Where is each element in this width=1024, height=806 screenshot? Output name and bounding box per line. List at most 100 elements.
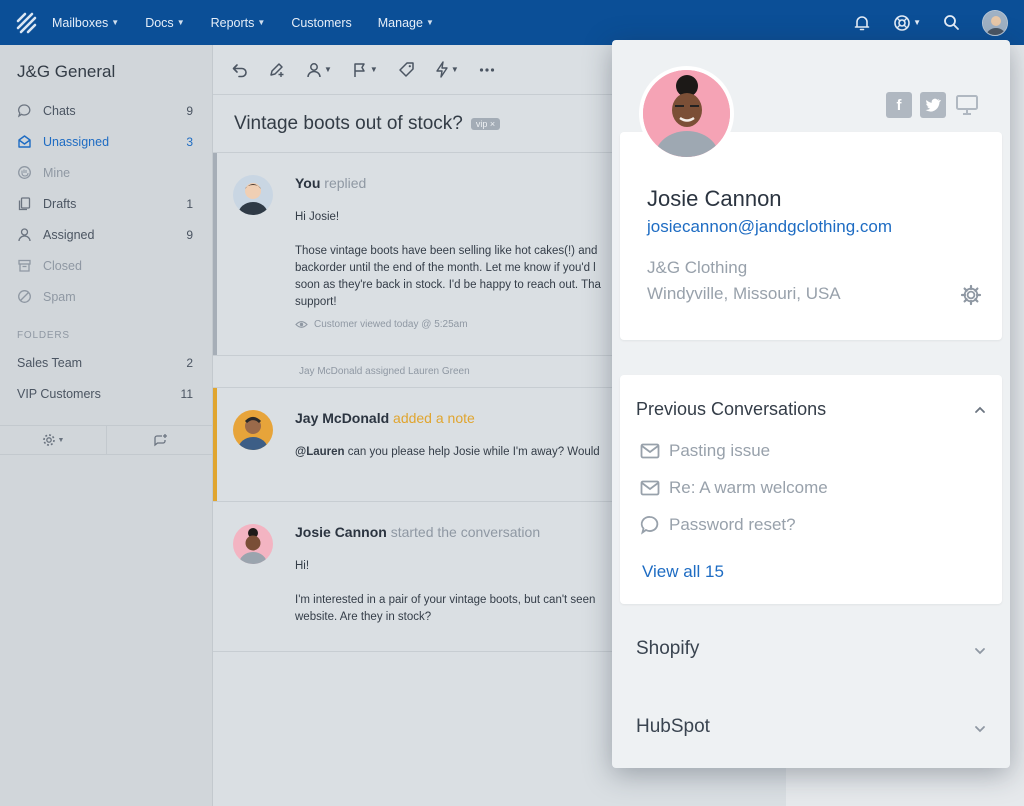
sidebar-item-unassigned[interactable]: Unassigned 3 [0, 126, 212, 157]
sidebar-item-count: 9 [186, 103, 193, 118]
previous-conversations-title[interactable]: Previous Conversations [636, 399, 826, 420]
person-icon [17, 227, 43, 242]
tag-button[interactable] [398, 61, 415, 78]
desktop-icon[interactable] [954, 92, 980, 118]
new-conversation-button[interactable] [107, 426, 213, 454]
help-lifebuoy-icon[interactable]: ▼ [893, 14, 921, 32]
author-action: started the conversation [390, 524, 541, 540]
sidebar-item-mine[interactable]: Mine [0, 157, 212, 188]
nav-manage[interactable]: Manage ▼ [378, 16, 434, 30]
integration-title: HubSpot [636, 716, 710, 737]
nav-manage-label: Manage [377, 15, 423, 30]
mailbox-sidebar: J&G General Chats 9 Unassigned 3 Mine Dr… [0, 45, 213, 806]
nav-mailboxes[interactable]: Mailboxes ▼ [52, 16, 119, 30]
sidebar-item-label: Unassigned [43, 134, 110, 149]
chevron-up-icon[interactable] [974, 401, 986, 419]
user-avatar[interactable] [982, 9, 1008, 36]
app-logo-icon[interactable] [0, 0, 52, 45]
previous-conversation-item[interactable]: Pasting issue [640, 441, 770, 461]
twitter-icon[interactable] [920, 92, 946, 118]
facebook-icon[interactable]: f [886, 92, 912, 118]
chevron-down-icon [974, 642, 986, 660]
vip-tag[interactable]: vip × [470, 117, 501, 130]
previous-conversation-item[interactable]: Re: A warm welcome [640, 478, 828, 498]
bell-icon[interactable] [853, 14, 871, 32]
mailbox-nav: Chats 9 Unassigned 3 Mine Drafts 1 Assig… [0, 95, 212, 312]
sidebar-item-label: Chats [43, 103, 76, 118]
person-icon [307, 62, 321, 77]
sidebar-item-label: Closed [43, 258, 82, 273]
nav-docs[interactable]: Docs ▼ [145, 16, 184, 30]
more-actions-button[interactable] [479, 67, 495, 73]
author-action: replied [324, 175, 367, 191]
sidebar-item-count: 1 [186, 196, 193, 211]
folder-count: 2 [186, 355, 193, 370]
mail-icon [640, 480, 660, 496]
customer-email-link[interactable]: josiecannon@jandgclothing.com [647, 217, 892, 237]
add-note-button[interactable] [268, 61, 286, 78]
folder-label: Sales Team [17, 355, 83, 370]
sidebar-item-count: 3 [186, 134, 193, 149]
note-indicator-bar [213, 388, 217, 501]
sidebar-item-closed[interactable]: Closed [0, 250, 212, 281]
chevron-down-icon: ▼ [369, 65, 378, 74]
chevron-down-icon: ▼ [324, 65, 332, 74]
chevron-down-icon: ▼ [450, 65, 459, 74]
settings-gear-button[interactable]: ▼ [0, 426, 107, 454]
chevron-down-icon [974, 720, 986, 738]
customer-profile-popover: f Josie Cannon josiecannon@jandgclothing… [612, 40, 1010, 768]
chat-icon [17, 103, 43, 118]
sidebar-item-spam[interactable]: Spam [0, 281, 212, 312]
sidebar-item-drafts[interactable]: Drafts 1 [0, 188, 212, 219]
message-body-line: Hi Josie! [295, 211, 340, 223]
inbox-icon [17, 134, 43, 149]
customer-profile-card: Josie Cannon josiecannon@jandgclothing.c… [620, 132, 1002, 340]
workflow-button[interactable]: ▼ [435, 61, 459, 78]
customer-company: J&G Clothing [647, 258, 748, 277]
undo-button[interactable] [231, 61, 248, 78]
chevron-down-icon: ▼ [913, 18, 921, 27]
compose-icon [153, 433, 167, 446]
nav-reports-label: Reports [210, 15, 255, 30]
message-body-line: Hi! [295, 560, 310, 572]
eye-icon [295, 321, 308, 328]
previous-conversation-item[interactable]: Password reset? [640, 515, 796, 535]
nav-reports[interactable]: Reports ▼ [211, 16, 266, 30]
search-icon[interactable] [943, 14, 960, 31]
previous-conversation-label: Re: A warm welcome [669, 478, 828, 497]
assign-button[interactable]: ▼ [306, 62, 332, 78]
integration-section-shopify[interactable]: Shopify [612, 620, 1010, 680]
undo-icon [232, 64, 247, 78]
chat-icon [640, 516, 659, 535]
integration-section-hubspot[interactable]: HubSpot [612, 698, 1010, 758]
integration-title: Shopify [636, 638, 700, 659]
folder-label: VIP Customers [17, 386, 101, 401]
sidebar-item-assigned[interactable]: Assigned 9 [0, 219, 212, 250]
drafts-icon [17, 196, 43, 211]
customer-location: Windyville, Missouri, USA [647, 284, 841, 303]
top-navigation: Mailboxes ▼ Docs ▼ Reports ▼ Customers Mana… [0, 0, 1024, 45]
message-body-line: I'm interested in a pair of your vintage… [295, 594, 596, 623]
sidebar-item-label: Assigned [43, 227, 95, 242]
previous-conversations-card: Previous Conversations Pasting issue Re:… [620, 375, 1002, 604]
author-action: added a note [393, 410, 475, 426]
view-all-link[interactable]: View all 15 [642, 562, 724, 582]
tag-icon [399, 62, 414, 77]
folder-item-vip-customers[interactable]: VIP Customers 11 [0, 378, 212, 409]
status-button[interactable]: ▼ [352, 62, 378, 78]
page-title: Vintage boots out of stock? [234, 112, 463, 134]
mailbox-title[interactable]: J&G General [0, 45, 212, 95]
sidebar-footer: ▼ [0, 425, 213, 455]
author-name: You [295, 175, 321, 191]
flag-icon [354, 62, 365, 77]
gear-icon[interactable] [960, 284, 982, 311]
folder-count: 11 [180, 386, 193, 401]
reply-indicator-bar [213, 153, 217, 355]
chevron-down-icon: ▼ [57, 436, 65, 444]
chevron-down-icon: ▼ [111, 18, 120, 27]
sidebar-item-chats[interactable]: Chats 9 [0, 95, 212, 126]
previous-conversation-label: Pasting issue [669, 441, 771, 460]
nav-customers[interactable]: Customers [291, 16, 351, 30]
folder-item-sales-team[interactable]: Sales Team 2 [0, 347, 212, 378]
folders-header: FOLDERS [17, 330, 70, 341]
